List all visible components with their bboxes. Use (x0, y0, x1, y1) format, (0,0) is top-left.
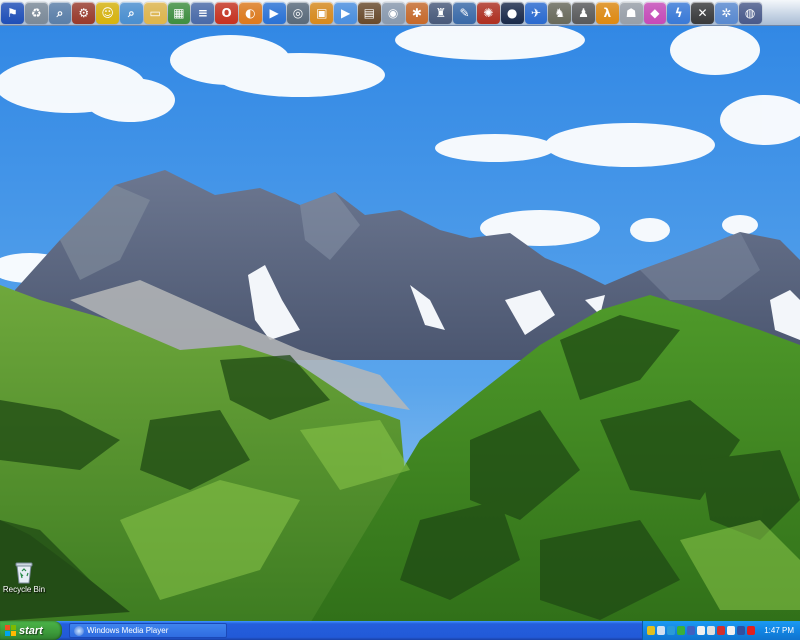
film-strip-icon[interactable]: ▤ (357, 1, 381, 24)
start-button[interactable]: start (0, 621, 62, 640)
windows-flag-icon[interactable]: ⚑ (1, 1, 24, 24)
opera-browser-icon[interactable]: O (215, 1, 238, 24)
firefox-browser-icon[interactable]: ◐ (238, 1, 262, 24)
flag-tray-icon[interactable] (717, 626, 725, 635)
antivirus-tray-icon[interactable] (667, 626, 675, 635)
desktop: ⚑ ♻ ⌕ ⚙ ☺ ⌕ ▭ ▦ ≡ O ◐ ▶ ◎ ▣ ▶ ▤ ◉ ✱ ♜ ✎ ✺ ● ✈ ♞ ♟ λ ☗ ◆ ϟ ✕ ✲ ◍ Recycle… (0, 0, 800, 640)
recycle-bin-icon (15, 562, 33, 584)
soldier-figure-icon[interactable]: ♞ (548, 1, 572, 24)
network-hub-icon[interactable]: ✱ (405, 1, 429, 24)
mech-figure-icon[interactable]: ♟ (572, 1, 595, 24)
taskbar-button-label: Windows Media Player (87, 626, 169, 635)
taskbar: start Windows Media Player 1:47 PM (0, 621, 800, 640)
network-icon[interactable]: ⚙ (72, 1, 96, 24)
half-life-icon[interactable]: λ (595, 1, 619, 24)
alert-tray-icon[interactable] (747, 626, 755, 635)
media-player-icon (74, 625, 84, 636)
start-label: start (19, 624, 43, 637)
recycle-bin-desktop-icon[interactable]: Recycle Bin (2, 560, 46, 594)
network-tray-icon[interactable] (657, 626, 665, 635)
messenger-tray-icon[interactable] (677, 626, 685, 635)
clock[interactable]: 1:47 PM (764, 626, 794, 635)
mountain-wallpaper (0, 0, 800, 640)
taskbar-button-windows-media-player[interactable]: Windows Media Player (69, 623, 227, 638)
top-icon-dock: ⚑ ♻ ⌕ ⚙ ☺ ⌕ ▭ ▦ ≡ O ◐ ▶ ◎ ▣ ▶ ▤ ◉ ✱ ♜ ✎ ✺ ● ✈ ♞ ♟ λ ☗ ◆ ϟ ✕ ✲ ◍ (0, 0, 800, 26)
spreadsheet-icon[interactable]: ▦ (167, 1, 191, 24)
airplane-icon[interactable]: ✈ (524, 1, 548, 24)
smiley-icon[interactable]: ☺ (96, 1, 119, 24)
steam-icon[interactable]: ◎ (286, 1, 310, 24)
recycle-bin-icon[interactable]: ♻ (24, 1, 48, 24)
disc-icon[interactable]: ◉ (381, 1, 405, 24)
magnifier-icon[interactable]: ⌕ (119, 1, 143, 24)
volume-tray-icon[interactable] (707, 626, 715, 635)
lightning-icon[interactable]: ϟ (667, 1, 691, 24)
quicktime-icon[interactable]: ▶ (334, 1, 357, 24)
update-tray-icon[interactable] (697, 626, 705, 635)
system-tray: 1:47 PM (642, 621, 800, 640)
search-magnifier-icon[interactable]: ⌕ (48, 1, 72, 24)
windows-logo-icon (5, 625, 16, 636)
security-tray-icon[interactable] (687, 626, 695, 635)
recycle-bin-label: Recycle Bin (2, 585, 46, 594)
stormtrooper-icon[interactable]: ☗ (619, 1, 643, 24)
globe-icon[interactable]: ◍ (738, 1, 762, 24)
tv-icon[interactable]: ▣ (310, 1, 334, 24)
document-icon[interactable]: ≡ (191, 1, 215, 24)
logo-badge-icon[interactable]: ● (500, 1, 524, 24)
monitor-tray-icon[interactable] (737, 626, 745, 635)
color-palette-icon[interactable]: ◆ (643, 1, 667, 24)
rebel-alliance-icon[interactable]: ✺ (476, 1, 500, 24)
chat-tray-icon[interactable] (727, 626, 735, 635)
shield-tray-icon[interactable] (647, 626, 655, 635)
tools-icon[interactable]: ✎ (453, 1, 476, 24)
close-x-icon[interactable]: ✕ (691, 1, 714, 24)
robot-figure-icon[interactable]: ♜ (429, 1, 453, 24)
settings-gear-icon[interactable]: ✲ (714, 1, 738, 24)
folder-icon[interactable]: ▭ (143, 1, 167, 24)
media-play-icon[interactable]: ▶ (262, 1, 286, 24)
